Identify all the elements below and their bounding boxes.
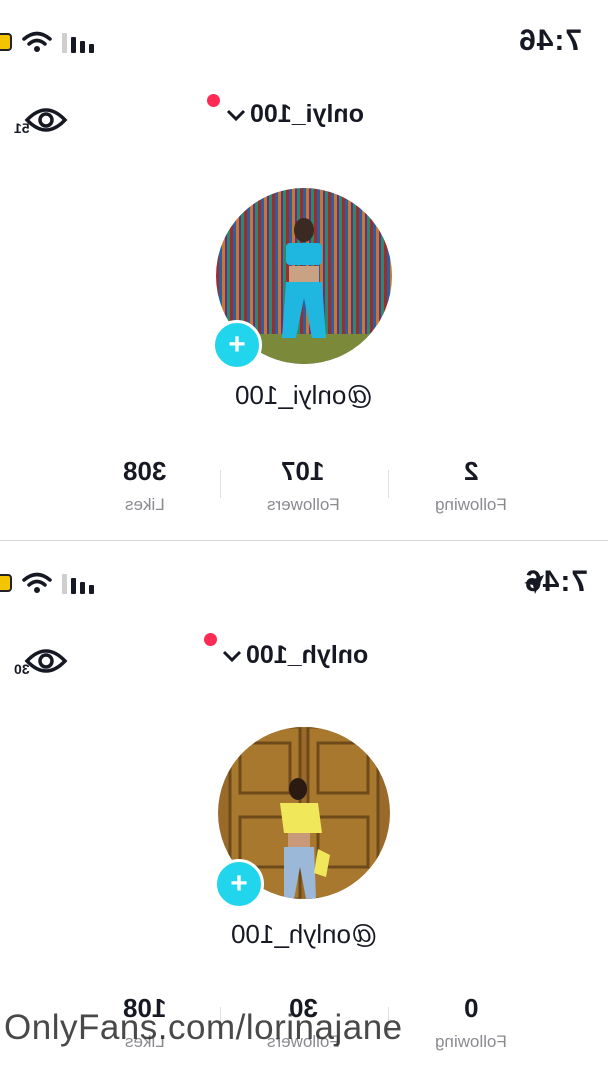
following-label: Following xyxy=(435,1032,507,1051)
follow-add-button[interactable]: + xyxy=(212,320,262,370)
view-count: 30 xyxy=(14,661,30,677)
battery-icon xyxy=(0,33,12,51)
following-count: 2 xyxy=(463,456,479,486)
wifi-icon xyxy=(22,30,52,54)
followers-count: 107 xyxy=(281,456,325,486)
location-arrow-icon xyxy=(522,573,546,600)
notification-dot xyxy=(207,94,220,107)
stat-followers[interactable]: 107 Followers xyxy=(218,456,388,515)
following-label: Following xyxy=(435,495,507,514)
eye-icon xyxy=(24,108,68,132)
stat-likes[interactable]: 308 Likes xyxy=(60,456,230,515)
notification-dot xyxy=(204,633,217,646)
chevron-down-icon xyxy=(222,649,242,663)
profile-header: 51 onlyi_100 xyxy=(0,96,608,146)
wifi-icon xyxy=(22,571,52,595)
account-switcher[interactable]: onlyh_100 xyxy=(222,641,368,670)
profile-header: 30 onlyh_100 xyxy=(0,637,608,687)
likes-count: 308 xyxy=(123,456,167,486)
stat-following[interactable]: 0 Following xyxy=(386,993,556,1052)
status-bar: 7:46 xyxy=(0,0,608,80)
status-icons xyxy=(0,571,98,595)
profile-views-button[interactable]: 51 xyxy=(14,104,72,144)
profile-stats: 308 Likes 107 Followers 2 Following xyxy=(60,456,580,526)
follow-add-button[interactable]: + xyxy=(214,859,264,909)
status-bar: 7:46 xyxy=(0,541,608,621)
eye-icon xyxy=(24,649,68,673)
profile-handle: @onlyh_100 xyxy=(230,919,378,949)
username-title: onlyh_100 xyxy=(246,641,369,669)
chevron-down-icon xyxy=(226,108,246,122)
plus-icon: + xyxy=(228,328,246,361)
profile-views-button[interactable]: 30 xyxy=(14,645,72,685)
battery-icon xyxy=(0,574,12,592)
profile-screenshot-1: 7:46 51 onlyi_100 + @onlyi_100 308 Likes… xyxy=(0,0,608,541)
view-count: 51 xyxy=(14,120,30,136)
status-time: 7:46 xyxy=(518,24,583,57)
stat-following[interactable]: 2 Following xyxy=(386,456,556,515)
following-count: 0 xyxy=(463,993,479,1023)
username-title: onlyi_100 xyxy=(250,100,364,128)
signal-icon xyxy=(62,572,98,594)
account-switcher[interactable]: onlyi_100 xyxy=(226,100,364,129)
watermark-text: OnlyFans.com/lorinajane xyxy=(4,1008,403,1047)
likes-label: Likes xyxy=(125,495,165,514)
status-icons xyxy=(0,30,98,54)
screen: 7:46 51 onlyi_100 + @onlyi_100 308 Likes… xyxy=(0,0,608,1080)
profile-screenshot-2: 7:46 30 onlyh_100 + @onlyh_100 108 Likes… xyxy=(0,541,608,1080)
followers-label: Followers xyxy=(266,495,340,514)
profile-handle: @onlyi_100 xyxy=(235,380,373,410)
plus-icon: + xyxy=(230,867,248,900)
signal-icon xyxy=(62,31,98,53)
